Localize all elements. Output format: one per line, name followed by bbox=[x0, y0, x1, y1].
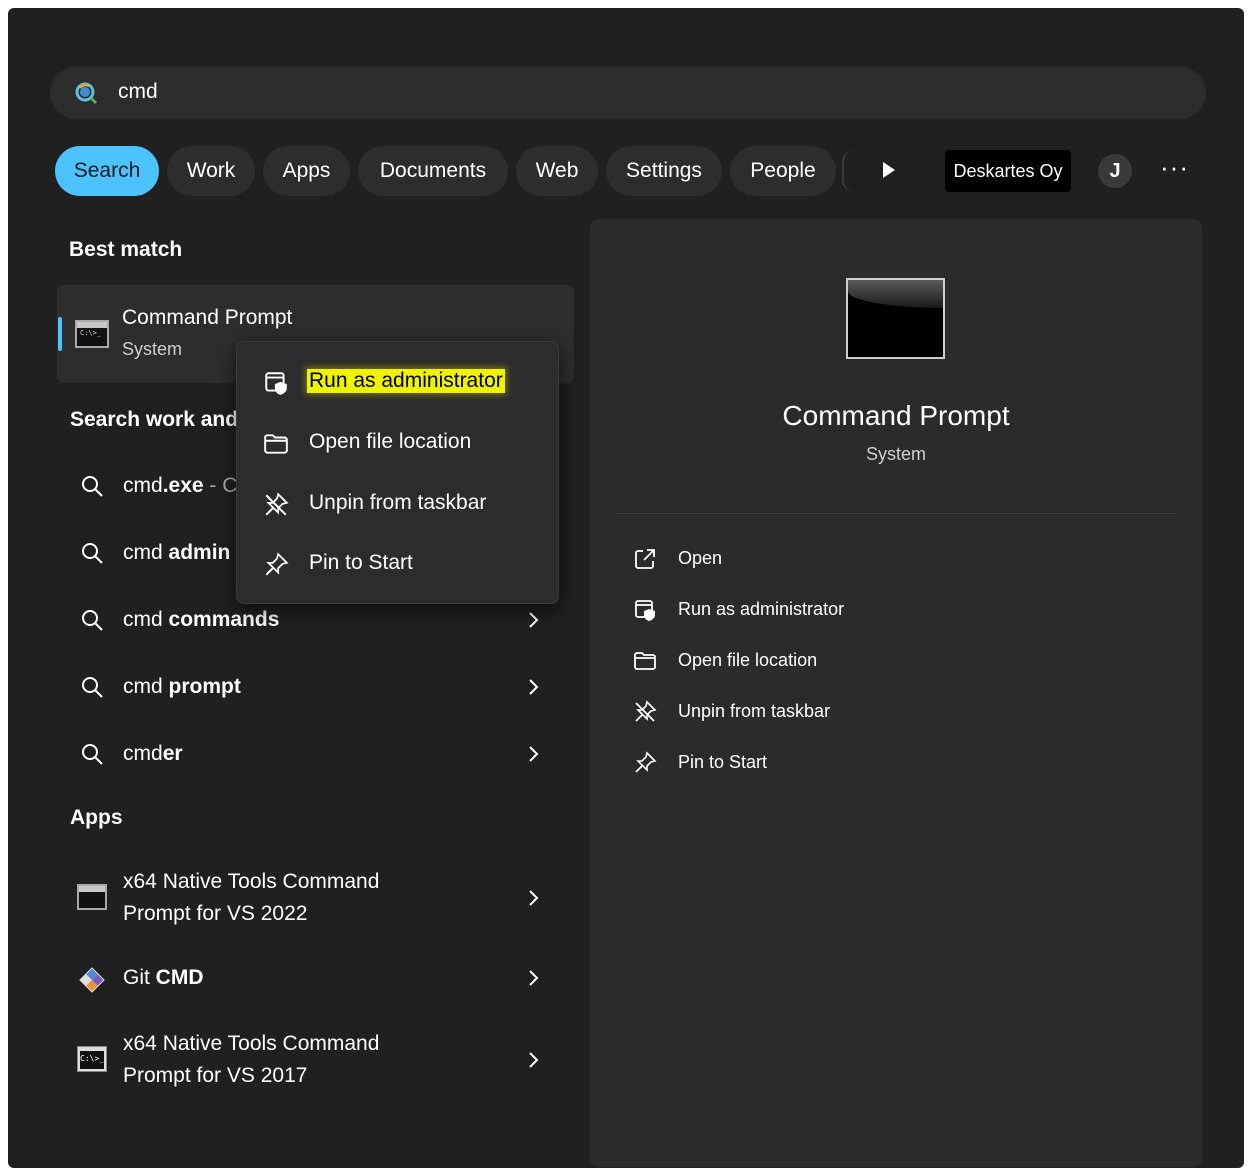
action-label: Open bbox=[678, 548, 723, 568]
app-name: Git bbox=[123, 966, 156, 989]
selection-indicator bbox=[58, 317, 62, 351]
search-logo-icon bbox=[75, 82, 97, 104]
suggestion-text: cmd bbox=[123, 675, 169, 698]
pin-icon bbox=[635, 751, 657, 773]
avatar[interactable]: J bbox=[1098, 154, 1132, 188]
context-menu: Run as administrator Open file location … bbox=[236, 341, 559, 604]
action-label: Run as administrator bbox=[678, 599, 845, 619]
menu-item-label: Open file location bbox=[309, 430, 472, 453]
details-subtitle: System bbox=[865, 444, 926, 464]
action-open[interactable]: Open bbox=[633, 545, 1033, 575]
pin-icon bbox=[265, 552, 289, 576]
shield-window-icon bbox=[265, 372, 287, 395]
chevron-right-icon[interactable] bbox=[527, 967, 541, 989]
divider bbox=[616, 513, 1176, 514]
action-label: Open file location bbox=[678, 650, 818, 670]
git-icon bbox=[79, 967, 105, 993]
suggestion-bold: er bbox=[162, 742, 183, 765]
best-match-name: Command Prompt bbox=[122, 306, 293, 329]
suggestion-text: cmd bbox=[123, 474, 163, 497]
suggestion-row[interactable]: cmder bbox=[70, 735, 560, 775]
chevron-right-icon[interactable] bbox=[527, 743, 541, 765]
apps-title: Apps bbox=[70, 806, 123, 829]
app-row[interactable]: x64 Native Tools Command Prompt for VS 2… bbox=[70, 866, 560, 932]
action-unpin-taskbar[interactable]: Unpin from taskbar bbox=[633, 698, 1033, 728]
details-pane bbox=[590, 219, 1202, 1167]
filter-people[interactable]: People bbox=[730, 146, 836, 196]
more-options-icon[interactable]: ··· bbox=[1160, 152, 1189, 183]
details-title: Command Prompt bbox=[782, 400, 1010, 431]
menu-item-open-file-location[interactable]: Open file location bbox=[261, 428, 551, 458]
open-external-icon bbox=[635, 549, 655, 569]
menu-item-label: Unpin from taskbar bbox=[309, 491, 487, 514]
menu-item-label: Run as administrator bbox=[307, 369, 505, 393]
filter-overflow[interactable] bbox=[842, 150, 854, 192]
suggestion-text: cmd bbox=[123, 608, 169, 631]
search-work-title: Search work and bbox=[70, 408, 239, 431]
suggestion-row[interactable]: cmd commands bbox=[70, 601, 560, 641]
cmd-icon-text: C:\>_ bbox=[80, 1054, 105, 1063]
filter-web[interactable]: Web bbox=[516, 146, 598, 196]
search-input[interactable]: cmd bbox=[118, 80, 158, 104]
action-label: Unpin from taskbar bbox=[678, 701, 831, 721]
suggestion-bold: admin bbox=[168, 541, 231, 564]
unpin-icon bbox=[265, 492, 289, 516]
best-match-title: Best match bbox=[69, 238, 183, 261]
suggestion-bold: prompt bbox=[168, 675, 241, 698]
shield-window-icon bbox=[635, 600, 655, 621]
unpin-icon bbox=[635, 700, 657, 722]
chevron-right-icon[interactable] bbox=[527, 887, 541, 909]
chevron-right-icon[interactable] bbox=[527, 1049, 541, 1071]
search-icon bbox=[82, 610, 103, 631]
menu-item-unpin-taskbar[interactable]: Unpin from taskbar bbox=[261, 489, 551, 519]
menu-item-run-as-admin[interactable]: Run as administrator bbox=[261, 367, 551, 397]
cmd-small-icon bbox=[77, 884, 107, 910]
suggestion-bold: .exe bbox=[162, 474, 204, 497]
app-name-line2: Prompt for VS 2017 bbox=[123, 1064, 308, 1087]
suggestion-row[interactable]: cmd prompt bbox=[70, 668, 560, 708]
suggestion-suffix: - C bbox=[203, 474, 238, 497]
action-open-file-location[interactable]: Open file location bbox=[633, 647, 1033, 677]
app-row[interactable]: Git CMD bbox=[70, 962, 560, 996]
filter-documents[interactable]: Documents bbox=[358, 146, 508, 196]
action-run-as-admin[interactable]: Run as administrator bbox=[633, 596, 1033, 626]
suggestion-text: cmd bbox=[123, 742, 163, 765]
filter-settings[interactable]: Settings bbox=[606, 146, 722, 196]
suggestion-text: cmd bbox=[123, 541, 169, 564]
folder-icon bbox=[634, 652, 656, 670]
app-name-line2: Prompt for VS 2022 bbox=[123, 902, 308, 925]
folder-icon bbox=[264, 434, 288, 454]
menu-item-pin-start[interactable]: Pin to Start bbox=[261, 549, 551, 579]
command-prompt-icon: C:\>_ bbox=[75, 320, 109, 348]
filter-work[interactable]: Work bbox=[167, 146, 255, 196]
chevron-right-icon[interactable] bbox=[527, 676, 541, 698]
menu-item-label: Pin to Start bbox=[309, 551, 413, 574]
app-row[interactable]: C:\>_ x64 Native Tools Command Prompt fo… bbox=[70, 1028, 560, 1094]
org-badge[interactable]: Deskartes Oy bbox=[945, 150, 1071, 192]
cmd-classic-icon: C:\>_ bbox=[77, 1046, 107, 1072]
search-icon bbox=[82, 744, 103, 765]
chevron-right-icon[interactable] bbox=[527, 609, 541, 631]
app-name-bold: CMD bbox=[155, 966, 204, 989]
filter-apps[interactable]: Apps bbox=[263, 146, 350, 196]
app-name-line1: x64 Native Tools Command bbox=[123, 870, 380, 893]
action-label: Pin to Start bbox=[678, 752, 768, 772]
search-icon bbox=[82, 476, 103, 497]
action-pin-start[interactable]: Pin to Start bbox=[633, 749, 1033, 779]
command-prompt-large-icon bbox=[846, 278, 945, 359]
search-bar[interactable]: cmd bbox=[50, 67, 1206, 119]
search-icon bbox=[82, 543, 103, 564]
app-name-line1: x64 Native Tools Command bbox=[123, 1032, 380, 1055]
search-icon bbox=[82, 677, 103, 698]
suggestion-bold: commands bbox=[168, 608, 280, 631]
filter-search[interactable]: Search bbox=[55, 146, 159, 196]
best-match-type: System bbox=[122, 339, 183, 359]
scroll-filters-icon[interactable] bbox=[880, 160, 898, 180]
